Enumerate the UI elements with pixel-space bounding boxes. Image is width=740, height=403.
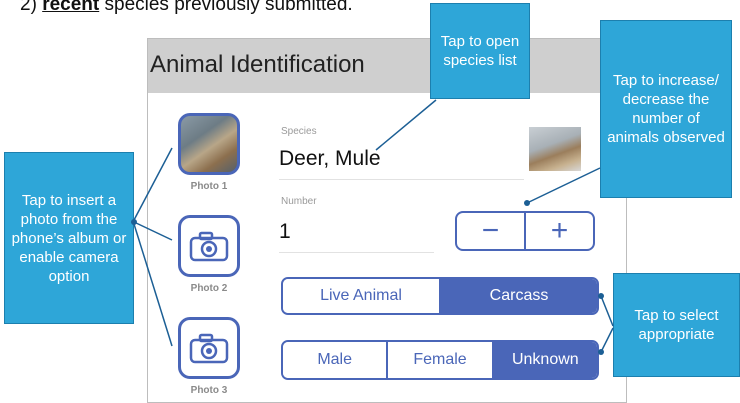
- number-label: Number: [281, 196, 317, 207]
- number-stepper: − +: [455, 211, 595, 251]
- page-title: Animal Identification: [150, 51, 365, 78]
- photo-3-button[interactable]: [178, 317, 240, 379]
- species-list-callout: Tap to open species list: [430, 3, 530, 99]
- condition-option-carcass[interactable]: Carcass: [439, 279, 597, 313]
- photo-2-label: Photo 2: [190, 283, 228, 294]
- species-field[interactable]: Deer, Mule: [279, 147, 381, 171]
- select-callout: Tap to select appropriate: [613, 273, 740, 377]
- sex-segmented-control: Male Female Unknown: [281, 340, 599, 380]
- species-divider: [279, 179, 524, 180]
- condition-option-live-animal[interactable]: Live Animal: [283, 279, 439, 313]
- photo-3-label: Photo 3: [190, 385, 228, 396]
- photo-callout-text: Tap to insert a photo from the phone’s a…: [11, 191, 127, 285]
- intro-suffix: species previously submitted.: [99, 0, 353, 15]
- sex-option-male[interactable]: Male: [283, 342, 387, 378]
- intro-prefix: 2): [20, 0, 43, 15]
- intro-text: 2) recent species previously submitted.: [20, 0, 353, 16]
- sex-option-unknown[interactable]: Unknown: [491, 342, 597, 378]
- camera-icon: [189, 333, 229, 364]
- app-header: Animal Identification: [148, 39, 626, 93]
- condition-segmented-control: Live Animal Carcass: [281, 277, 599, 315]
- decrease-button[interactable]: −: [457, 213, 524, 249]
- increase-button[interactable]: +: [524, 213, 593, 249]
- sex-option-female[interactable]: Female: [386, 342, 492, 378]
- number-field[interactable]: 1: [279, 220, 291, 244]
- number-callout: Tap to increase/ decrease the number of …: [600, 20, 732, 198]
- species-label: Species: [281, 126, 317, 137]
- camera-icon: [189, 231, 229, 262]
- species-list-callout-text: Tap to open species list: [440, 33, 520, 69]
- select-callout-text: Tap to select appropriate: [634, 307, 719, 343]
- species-thumbnail: [529, 127, 581, 171]
- number-callout-text: Tap to increase/ decrease the number of …: [607, 72, 725, 146]
- photo-1-button[interactable]: [178, 113, 240, 175]
- photo-2-button[interactable]: [178, 215, 240, 277]
- photo-1-label: Photo 1: [190, 181, 228, 192]
- app-screen: Animal Identification Photo 1 Photo 2 Ph…: [147, 38, 627, 403]
- intro-keyword: recent: [42, 0, 100, 15]
- photo-callout: Tap to insert a photo from the phone’s a…: [4, 152, 134, 324]
- number-divider: [279, 252, 434, 253]
